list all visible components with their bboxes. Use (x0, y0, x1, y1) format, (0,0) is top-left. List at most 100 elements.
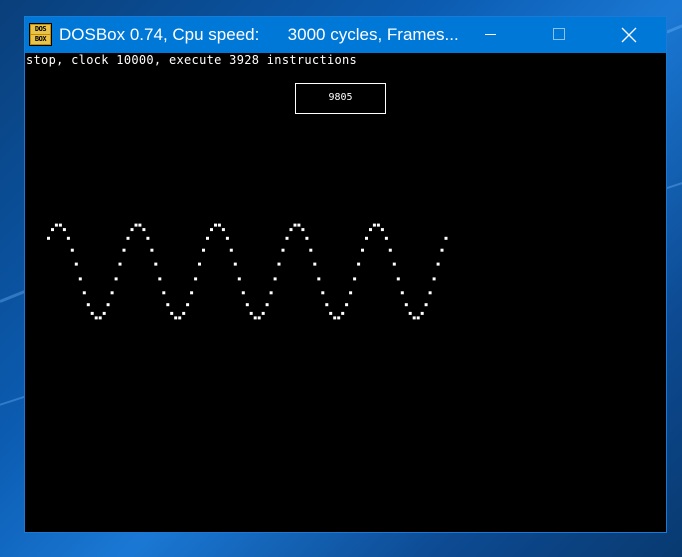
waveform-dot (313, 262, 317, 266)
waveform-dot (376, 223, 380, 227)
waveform-dot (174, 316, 178, 320)
waveform-dot (210, 228, 213, 232)
waveform-dot (225, 236, 229, 240)
waveform-dot (365, 236, 368, 240)
waveform-dot (221, 228, 225, 232)
waveform-dot (404, 303, 408, 307)
waveform-dot (66, 236, 70, 240)
waveform-dot (158, 277, 162, 281)
waveform-dot (229, 248, 233, 252)
waveform-dot (186, 303, 190, 307)
waveform-dot (217, 223, 221, 227)
waveform-dot (154, 262, 158, 266)
waveform-dot (384, 236, 388, 240)
waveform-dot (237, 277, 241, 281)
waveform-dot (317, 277, 321, 281)
waveform-dot (281, 248, 285, 252)
close-button[interactable] (606, 17, 652, 53)
waveform-dot (118, 262, 122, 266)
waveform-dot (416, 316, 420, 320)
minimize-button[interactable] (468, 17, 514, 53)
waveform-dot (114, 277, 118, 281)
waveform-dot (94, 316, 98, 320)
waveform-dot (253, 316, 257, 320)
waveform-dot (361, 248, 364, 252)
window-title: DOSBox 0.74, Cpu speed: 3000 cycles, Fra… (59, 25, 459, 44)
waveform-dot (392, 262, 396, 266)
waveform-dot (400, 291, 404, 295)
waveform-dot (289, 228, 293, 232)
waveform-dot (412, 316, 416, 320)
waveform-dot (47, 236, 50, 240)
waveform-dot (265, 303, 269, 307)
waveform-dot (90, 311, 94, 315)
waveform-dot (178, 316, 182, 320)
waveform-dot (309, 248, 313, 252)
waveform-dot (58, 223, 62, 227)
waveform-dot (424, 303, 428, 307)
waveform-dot (110, 291, 114, 295)
waveform-dot (353, 277, 357, 281)
waveform-dot (329, 311, 333, 315)
waveform-dot (182, 311, 186, 315)
waveform-dot (146, 236, 150, 240)
waveform-dot (162, 291, 166, 295)
maximize-icon (553, 28, 565, 40)
waveform-dot (269, 291, 273, 295)
waveform-dot (372, 223, 376, 227)
waveform-dot (190, 291, 194, 295)
dos-screen[interactable]: stop, clock 10000, execute 3928 instruct… (25, 53, 666, 532)
waveform-dot (380, 228, 384, 232)
waveform-dot (82, 291, 86, 295)
dosbox-icon[interactable]: DOS BOX (29, 23, 52, 46)
waveform-dot (305, 236, 309, 240)
waveform-dot (436, 262, 440, 266)
waveform-dot (345, 303, 349, 307)
waveform-dot (166, 303, 170, 307)
waveform-dot (62, 228, 66, 232)
waveform-dot (261, 311, 265, 315)
waveform-dot (241, 291, 245, 295)
waveform-dot (420, 311, 424, 315)
waveform-dot (428, 291, 432, 295)
sine-waveform (47, 223, 448, 320)
minimize-icon (485, 34, 496, 35)
waveform-dot (285, 236, 289, 240)
waveform-dot (51, 228, 54, 232)
waveform-dot (150, 248, 154, 252)
waveform-dot (122, 248, 126, 252)
waveform-dot (273, 277, 277, 281)
waveform-dot (86, 303, 90, 307)
waveform-dot (257, 316, 261, 320)
waveform-dot (444, 236, 448, 240)
waveform-dot (78, 277, 82, 281)
title-bar[interactable]: DOS BOX DOSBox 0.74, Cpu speed: 3000 cyc… (25, 17, 666, 53)
waveform-dot (357, 262, 361, 266)
waveform-dot (325, 303, 329, 307)
waveform-dot (333, 316, 337, 320)
waveform-dot (198, 262, 201, 266)
waveform-dot (245, 303, 249, 307)
waveform-dot (134, 223, 138, 227)
waveform-dot (214, 223, 217, 227)
dosbox-window: DOS BOX DOSBox 0.74, Cpu speed: 3000 cyc… (24, 16, 667, 533)
waveform-dot (249, 311, 253, 315)
waveform-dot (138, 223, 142, 227)
waveform-dot (202, 248, 205, 252)
waveform-dot (349, 291, 353, 295)
waveform-dot (54, 223, 58, 227)
waveform-dot (102, 311, 106, 315)
waveform-dot (337, 316, 341, 320)
waveform-dot (194, 277, 198, 281)
waveform-dot (130, 228, 134, 232)
waveform-dot (74, 262, 78, 266)
waveform-dot (321, 291, 325, 295)
waveform-dot (396, 277, 400, 281)
waveform-dot (106, 303, 110, 307)
maximize-button[interactable] (537, 17, 583, 53)
waveform-dot (277, 262, 281, 266)
waveform-dot (293, 223, 297, 227)
waveform-dot (126, 236, 130, 240)
waveform-dot (301, 228, 305, 232)
waveform-dot (440, 248, 444, 252)
